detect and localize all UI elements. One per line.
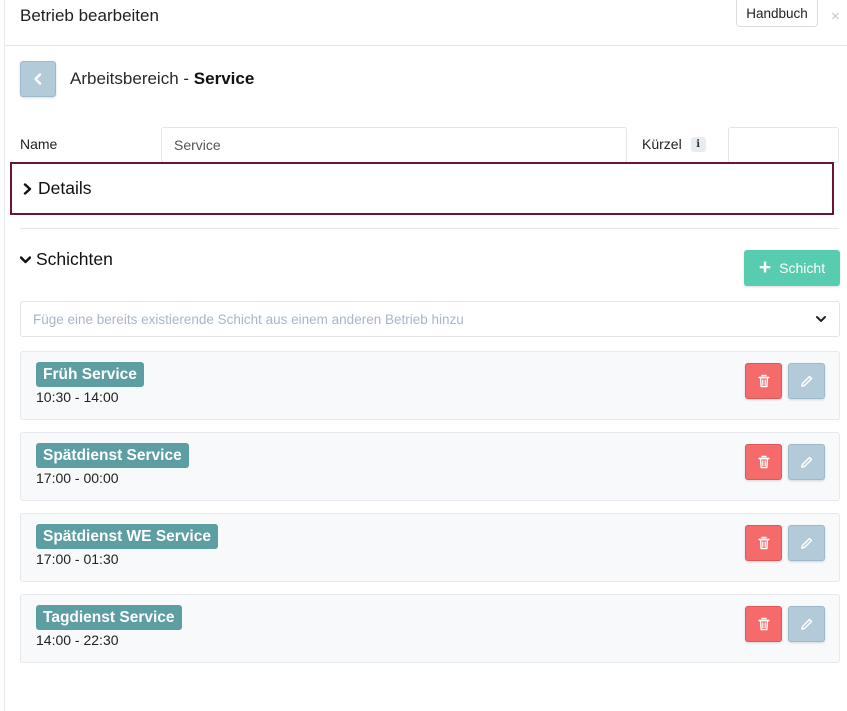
edit-shift-button[interactable] — [788, 606, 825, 642]
shift-name-badge: Früh Service — [36, 362, 144, 387]
edit-shift-button[interactable] — [788, 525, 825, 561]
trash-icon — [757, 617, 770, 631]
short-input[interactable] — [728, 127, 839, 163]
delete-shift-button[interactable] — [745, 444, 782, 480]
details-toggle[interactable]: Details — [22, 178, 92, 199]
manual-button[interactable]: Handbuch — [736, 0, 818, 27]
modal-header: Betrieb bearbeiten Handbuch × — [5, 0, 847, 46]
shift-card: Spätdienst Service 17:00 - 00:00 — [20, 432, 840, 501]
section-divider — [20, 228, 839, 229]
select-placeholder: Füge eine bereits existierende Schicht a… — [33, 311, 464, 327]
chevron-left-icon — [34, 73, 42, 85]
short-label: Kürzel — [642, 136, 682, 152]
delete-shift-button[interactable] — [745, 606, 782, 642]
pencil-icon — [800, 618, 812, 630]
pencil-icon — [800, 537, 812, 549]
shift-name-badge: Tagdienst Service — [36, 605, 182, 630]
chevron-down-icon — [816, 316, 826, 322]
close-icon[interactable]: × — [831, 8, 840, 25]
shift-name-badge: Spätdienst Service — [36, 443, 189, 468]
edit-shift-button[interactable] — [788, 444, 825, 480]
pencil-icon — [800, 456, 812, 468]
back-button[interactable] — [20, 61, 56, 97]
plus-icon: + — [758, 255, 772, 279]
pencil-icon — [800, 375, 812, 387]
shifts-title: Schichten — [36, 249, 113, 269]
shift-time: 17:00 - 01:30 — [36, 551, 119, 567]
chevron-down-icon — [20, 255, 31, 263]
details-title: Details — [38, 178, 92, 198]
breadcrumb-prefix: Arbeitsbereich - — [70, 69, 194, 88]
shifts-toggle[interactable]: Schichten — [20, 249, 113, 270]
chevron-right-icon — [23, 182, 32, 195]
breadcrumb: Arbeitsbereich - Service — [70, 69, 254, 89]
shift-time: 17:00 - 00:00 — [36, 470, 119, 486]
shift-card: Früh Service 10:30 - 14:00 — [20, 351, 840, 420]
shift-card: Tagdienst Service 14:00 - 22:30 — [20, 594, 840, 663]
trash-icon — [757, 374, 770, 388]
name-label: Name — [20, 136, 58, 152]
add-shift-label: Schicht — [779, 260, 826, 276]
existing-shift-select[interactable]: Füge eine bereits existierende Schicht a… — [20, 301, 840, 337]
delete-shift-button[interactable] — [745, 525, 782, 561]
shift-name-badge: Spätdienst WE Service — [36, 524, 218, 549]
name-input[interactable] — [161, 127, 627, 163]
breadcrumb-current: Service — [193, 69, 255, 88]
panel-left-border — [4, 0, 5, 711]
trash-icon — [757, 536, 770, 550]
modal-title: Betrieb bearbeiten — [20, 6, 159, 25]
shift-time: 10:30 - 14:00 — [36, 389, 119, 405]
shift-card: Spätdienst WE Service 17:00 - 01:30 — [20, 513, 840, 582]
short-label-group: Kürzel i — [642, 136, 706, 152]
edit-shift-button[interactable] — [788, 363, 825, 399]
info-icon[interactable]: i — [690, 136, 706, 152]
trash-icon — [757, 455, 770, 469]
details-section[interactable]: Details — [10, 162, 834, 215]
shift-time: 14:00 - 22:30 — [36, 632, 119, 648]
delete-shift-button[interactable] — [745, 363, 782, 399]
add-shift-button[interactable]: + Schicht — [744, 250, 840, 286]
